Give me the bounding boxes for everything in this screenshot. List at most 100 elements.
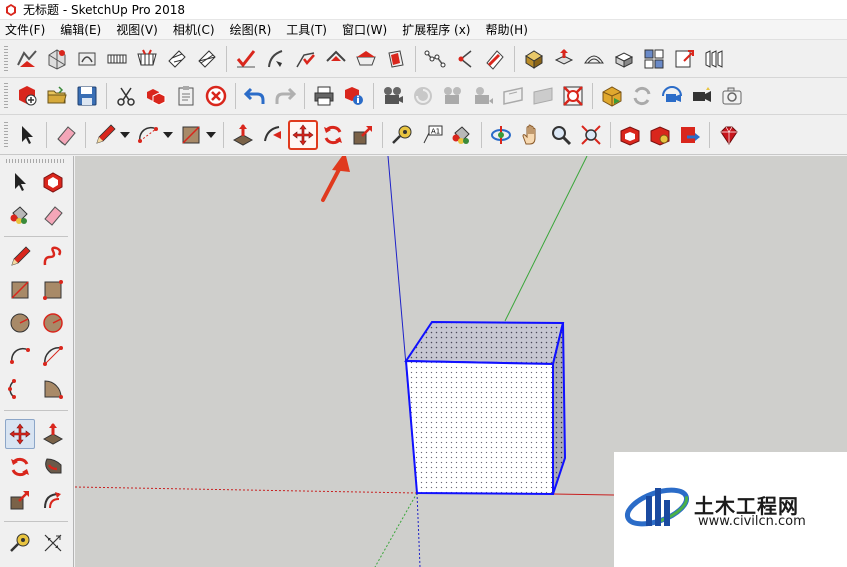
pan-tool[interactable]	[516, 120, 546, 150]
left-move-tool[interactable]	[5, 419, 35, 449]
left-select-tool[interactable]	[5, 167, 35, 197]
paint-bucket-tool[interactable]	[447, 120, 477, 150]
extension-manager-tool[interactable]	[645, 120, 675, 150]
section-display-button[interactable]	[528, 81, 558, 111]
share-model-button[interactable]	[669, 44, 699, 74]
photo-match-button[interactable]	[717, 81, 747, 111]
ruby-console-tool[interactable]	[714, 120, 744, 150]
model-info-button[interactable]	[339, 81, 369, 111]
left-rectangle-tool[interactable]	[5, 275, 35, 305]
protractor-button[interactable]	[579, 44, 609, 74]
redo-button[interactable]	[270, 81, 300, 111]
menu-view[interactable]: 视图(V)	[114, 20, 160, 39]
left-dimension-tool[interactable]	[38, 528, 68, 558]
share-tool[interactable]	[675, 120, 705, 150]
left-pie-tool[interactable]	[38, 374, 68, 404]
toolbar-grip[interactable]	[4, 121, 8, 148]
previous-scene-button[interactable]	[468, 81, 498, 111]
menu-tools[interactable]: 工具(T)	[284, 20, 329, 39]
left-make-component-tool[interactable]	[38, 167, 68, 197]
zoom-extents-tool[interactable]	[576, 120, 606, 150]
add-scene-button[interactable]	[378, 81, 408, 111]
left-scale-tool[interactable]	[5, 485, 35, 515]
left-freehand-tool[interactable]	[38, 242, 68, 272]
left-tape-measure-tool[interactable]	[5, 528, 35, 558]
warehouse-button[interactable]	[639, 44, 669, 74]
select-tool[interactable]	[12, 120, 42, 150]
left-follow-me-tool[interactable]	[38, 452, 68, 482]
text-tool[interactable]: A1	[417, 120, 447, 150]
update-scene-button[interactable]	[408, 81, 438, 111]
components-button[interactable]	[519, 44, 549, 74]
rectangle-tool[interactable]	[176, 120, 206, 150]
curve-button[interactable]	[450, 44, 480, 74]
sandbox-from-contours-button[interactable]	[12, 44, 42, 74]
cube-front-face[interactable]	[404, 359, 554, 496]
print-button[interactable]	[309, 81, 339, 111]
menu-draw[interactable]: 绘图(R)	[228, 20, 274, 39]
toolbar-grip[interactable]	[4, 46, 8, 72]
menu-window[interactable]: 窗口(W)	[340, 20, 389, 39]
solid-trim-button[interactable]	[351, 44, 381, 74]
follow-me-tool[interactable]	[258, 120, 288, 150]
menu-help[interactable]: 帮助(H)	[483, 20, 529, 39]
left-3point-arc-tool[interactable]	[5, 374, 35, 404]
open-button[interactable]	[42, 81, 72, 111]
line-tool[interactable]	[90, 120, 120, 150]
left-line-tool[interactable]	[5, 242, 35, 272]
cut-button[interactable]	[111, 81, 141, 111]
flip-edge-button[interactable]	[192, 44, 222, 74]
line-tool-dropdown[interactable]	[120, 120, 130, 150]
eraser-tool[interactable]	[51, 120, 81, 150]
zoom-tool[interactable]	[546, 120, 576, 150]
copy-button[interactable]	[141, 81, 171, 111]
toolbar-grip[interactable]	[4, 83, 8, 109]
extension-warehouse-button[interactable]	[699, 44, 729, 74]
paste-button[interactable]	[171, 81, 201, 111]
move-tool[interactable]	[288, 119, 318, 150]
menu-camera[interactable]: 相机(C)	[171, 20, 217, 39]
solid-subtract-button[interactable]	[321, 44, 351, 74]
left-eraser-tool[interactable]	[38, 200, 68, 230]
3d-warehouse-tool[interactable]	[615, 120, 645, 150]
left-rotate-tool[interactable]	[5, 452, 35, 482]
left-toolbar-grip[interactable]	[6, 159, 66, 163]
make-component-button[interactable]	[549, 44, 579, 74]
erase-button[interactable]	[201, 81, 231, 111]
stamp-button[interactable]	[102, 44, 132, 74]
tape-measure-tool[interactable]	[387, 120, 417, 150]
left-push-pull-tool[interactable]	[38, 419, 68, 449]
rotate-tool[interactable]	[318, 120, 348, 150]
sweep-button[interactable]	[480, 44, 510, 74]
left-arc-tool[interactable]	[5, 341, 35, 371]
left-circle-tool[interactable]	[5, 308, 35, 338]
menu-extensions[interactable]: 扩展程序 (x)	[400, 20, 472, 39]
add-detail-button[interactable]	[162, 44, 192, 74]
left-offset-tool[interactable]	[38, 485, 68, 515]
left-paint-bucket-tool[interactable]	[5, 200, 35, 230]
orbit-tool[interactable]	[486, 120, 516, 150]
rectangle-tool-dropdown[interactable]	[206, 120, 216, 150]
section-cut-button[interactable]	[558, 81, 588, 111]
left-2point-arc-tool[interactable]	[38, 341, 68, 371]
undo-button[interactable]	[240, 81, 270, 111]
follow-me-path-button[interactable]	[420, 44, 450, 74]
cube-top-face[interactable]	[404, 320, 565, 366]
advanced-camera-button[interactable]	[687, 81, 717, 111]
save-button[interactable]	[72, 81, 102, 111]
add-location-button[interactable]	[597, 81, 627, 111]
menu-file[interactable]: 文件(F)	[3, 20, 47, 39]
solid-union-button[interactable]	[291, 44, 321, 74]
arc-tool[interactable]	[133, 120, 163, 150]
photo-textures-button[interactable]	[657, 81, 687, 111]
scale-tool[interactable]	[348, 120, 378, 150]
solid-outer-shell-button[interactable]	[231, 44, 261, 74]
smoove-button[interactable]	[72, 44, 102, 74]
push-pull-tool[interactable]	[228, 120, 258, 150]
left-polygon-tool[interactable]	[38, 308, 68, 338]
section-plane-button[interactable]	[498, 81, 528, 111]
solid-intersect-button[interactable]	[261, 44, 291, 74]
remove-scene-button[interactable]	[438, 81, 468, 111]
drape-button[interactable]	[132, 44, 162, 74]
toggle-terrain-button[interactable]	[627, 81, 657, 111]
